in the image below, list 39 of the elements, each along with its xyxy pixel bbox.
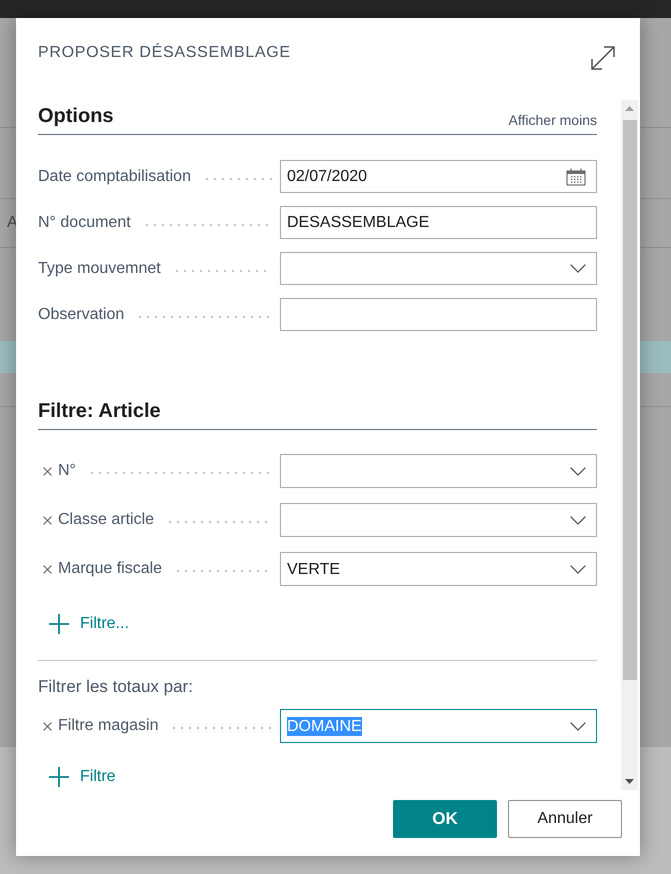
dialog-title: PROPOSER DÉSASSEMBLAGE (38, 44, 291, 62)
field-label: N° (58, 462, 76, 480)
chevron-down-icon[interactable] (570, 722, 586, 730)
field-label: Observation (38, 306, 124, 324)
calendar-icon[interactable] (566, 168, 586, 186)
close-icon[interactable] (43, 466, 52, 476)
field-label: Date comptabilisation (38, 168, 191, 186)
field-label: Marque fiscale (58, 560, 162, 578)
close-icon[interactable] (43, 722, 52, 730)
chevron-down-icon[interactable] (570, 466, 586, 476)
text-field[interactable]: DESASSEMBLAGE (280, 206, 597, 239)
plus-icon (49, 614, 69, 634)
section-heading: Filtre: Article (38, 399, 161, 424)
dropdown-field[interactable]: VERTE (280, 552, 597, 586)
field-label: Type mouvemnet (38, 260, 161, 278)
add-filter-button[interactable]: Filtre (49, 765, 116, 789)
dropdown-field[interactable] (280, 252, 597, 285)
down-arrow-icon[interactable] (625, 779, 634, 784)
expand-icon[interactable] (590, 45, 616, 71)
section-heading: Options (38, 104, 114, 129)
show-less-link[interactable]: Afficher moins (508, 111, 597, 129)
ok-button[interactable]: OK (393, 800, 497, 838)
date-field[interactable]: 02/07/2020 (280, 160, 597, 193)
field-label: Filtre magasin (58, 717, 158, 735)
cancel-button[interactable]: Annuler (508, 800, 622, 838)
chevron-down-icon[interactable] (570, 264, 586, 273)
chevron-down-icon[interactable] (570, 516, 586, 524)
add-filter-button[interactable]: Filtre... (49, 612, 129, 636)
plus-icon (49, 767, 69, 787)
dropdown-field[interactable] (280, 503, 597, 537)
field-label: N° document (38, 214, 131, 232)
section-subheading: Filtrer les totaux par: (38, 676, 193, 698)
chevron-down-icon[interactable] (570, 564, 586, 574)
dropdown-field[interactable] (280, 454, 597, 488)
text-field[interactable] (280, 298, 597, 331)
field-label: Classe article (58, 511, 154, 529)
close-icon[interactable] (43, 516, 52, 524)
scrollbar-thumb[interactable] (622, 120, 636, 680)
close-icon[interactable] (43, 564, 52, 574)
